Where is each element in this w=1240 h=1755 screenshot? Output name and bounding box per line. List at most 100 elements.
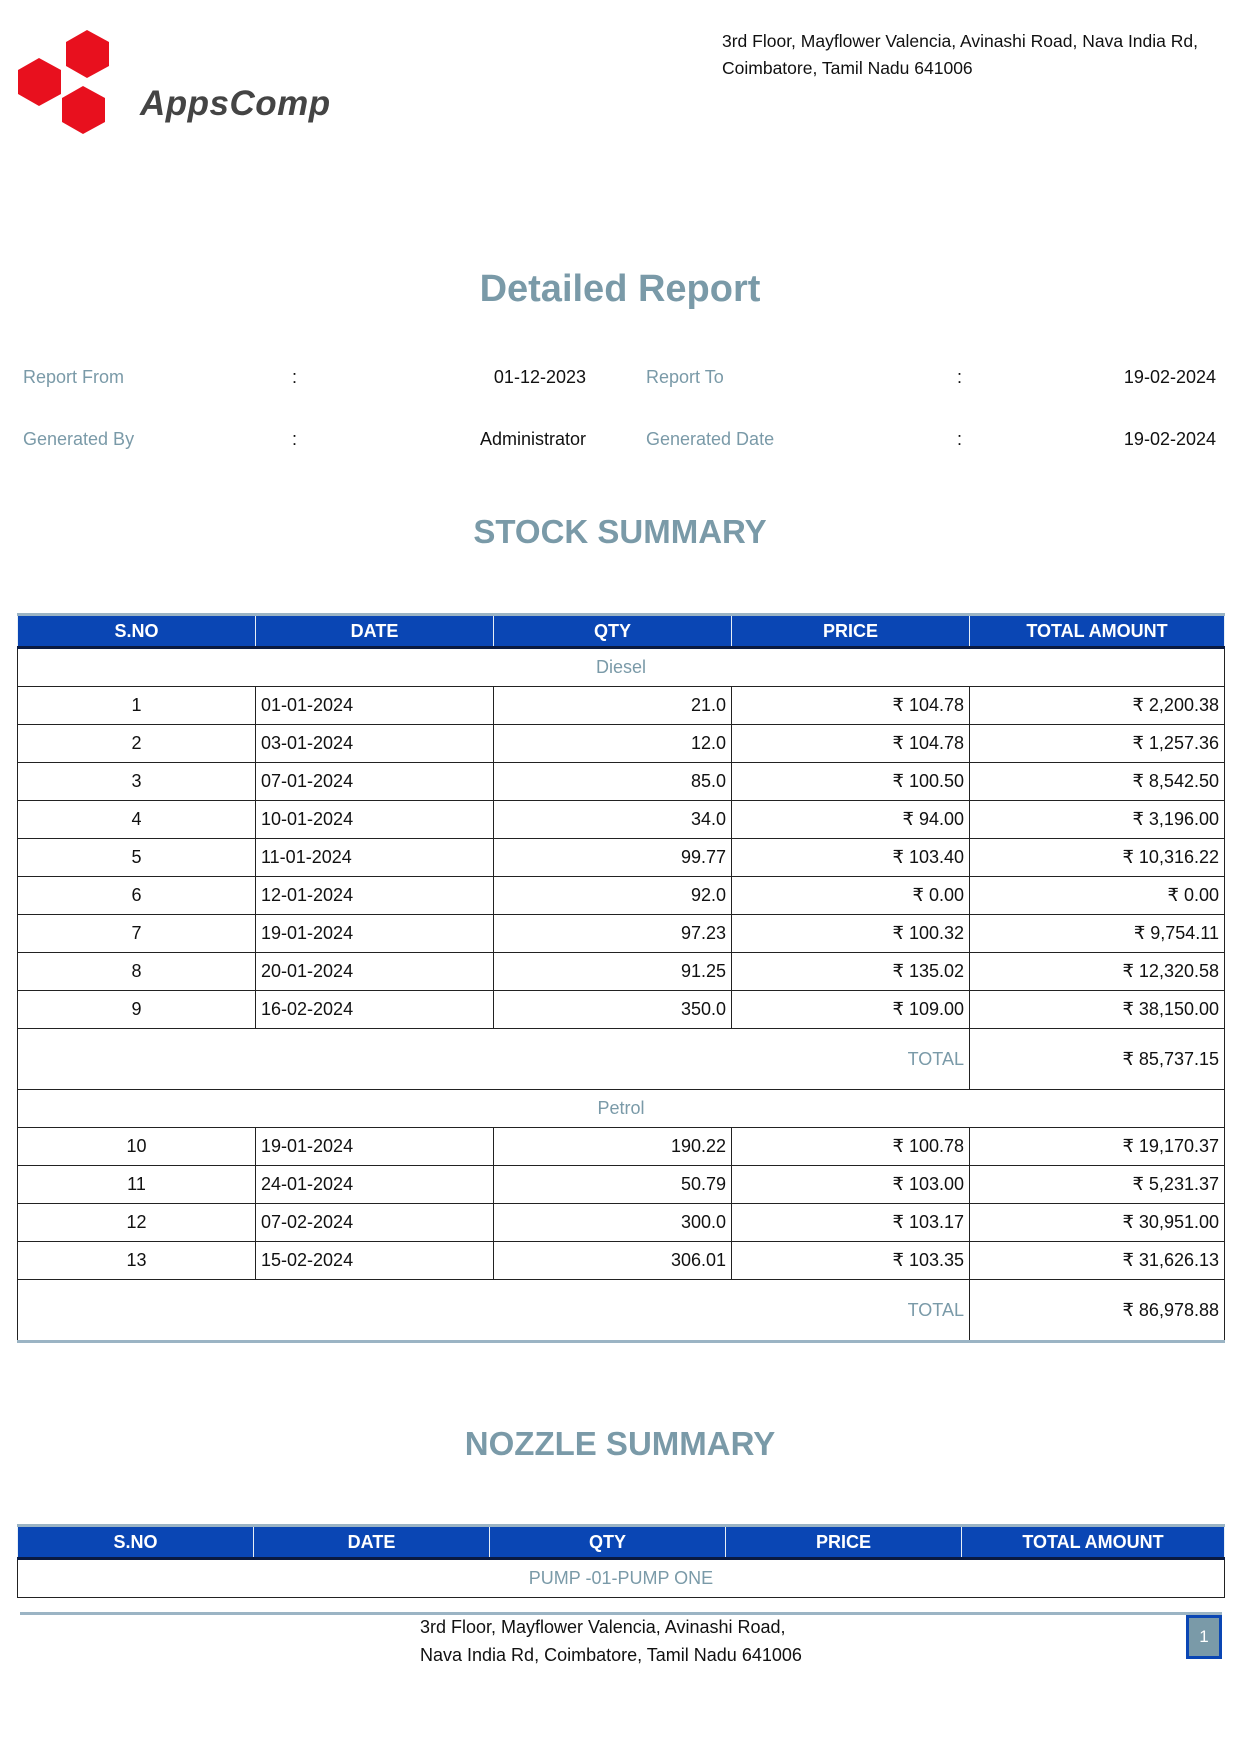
cell-price: ₹ 0.00 xyxy=(731,876,970,915)
generated-by-value: Administrator xyxy=(479,429,586,449)
total-value: ₹ 85,737.15 xyxy=(969,1028,1225,1090)
cell-price: ₹ 94.00 xyxy=(731,800,970,839)
cell-qty: 12.0 xyxy=(493,724,732,763)
column-header: S.NO xyxy=(17,1524,254,1560)
page-number: 1 xyxy=(1186,1615,1222,1659)
total-label: TOTAL xyxy=(17,1279,970,1343)
generated-date-colon: : xyxy=(957,429,963,449)
cell-date: 20-01-2024 xyxy=(255,952,494,991)
generated-by-label: Generated By xyxy=(23,429,135,449)
cell-qty: 306.01 xyxy=(493,1241,732,1280)
cell-date: 19-01-2024 xyxy=(255,1127,494,1166)
cell-sno: 3 xyxy=(17,762,256,801)
total-label: TOTAL xyxy=(17,1028,970,1090)
column-header: S.NO xyxy=(17,613,256,649)
cell-price: ₹ 103.40 xyxy=(731,838,970,877)
cell-sno: 11 xyxy=(17,1165,256,1204)
table-row: 10 19-01-2024 190.22 ₹ 100.78 ₹ 19,170.37 xyxy=(17,1127,1225,1166)
hexagon-logo-icon xyxy=(18,30,109,134)
cell-date: 07-02-2024 xyxy=(255,1203,494,1242)
nozzle-header-row: S.NO DATE QTY PRICE TOTAL AMOUNT xyxy=(17,1524,1225,1560)
cell-price: ₹ 100.32 xyxy=(731,914,970,953)
generated-date-value: 19-02-2024 xyxy=(1123,429,1216,449)
report-from-value: 01-12-2023 xyxy=(493,367,586,387)
cell-total-amount: ₹ 38,150.00 xyxy=(969,990,1225,1029)
cell-date: 03-01-2024 xyxy=(255,724,494,763)
cell-total-amount: ₹ 30,951.00 xyxy=(969,1203,1225,1242)
cell-price: ₹ 109.00 xyxy=(731,990,970,1029)
nozzle-summary-title: NOZZLE SUMMARY xyxy=(464,1425,776,1462)
cell-price: ₹ 100.78 xyxy=(731,1127,970,1166)
generated-by-colon: : xyxy=(292,429,298,449)
column-header: TOTAL AMOUNT xyxy=(961,1524,1225,1560)
total-value: ₹ 86,978.88 xyxy=(969,1279,1225,1343)
table-row: 12 07-02-2024 300.0 ₹ 103.17 ₹ 30,951.00 xyxy=(17,1203,1225,1242)
cell-total-amount: ₹ 8,542.50 xyxy=(969,762,1225,801)
cell-date: 12-01-2024 xyxy=(255,876,494,915)
cell-price: ₹ 103.35 xyxy=(731,1241,970,1280)
column-header: PRICE xyxy=(725,1524,962,1560)
table-row: 11 24-01-2024 50.79 ₹ 103.00 ₹ 5,231.37 xyxy=(17,1165,1225,1204)
cell-date: 16-02-2024 xyxy=(255,990,494,1029)
stock-summary-table: S.NO DATE QTY PRICE TOTAL AMOUNT Diesel 1… xyxy=(17,613,1225,1343)
report-from-colon: : xyxy=(292,367,298,387)
cell-total-amount: ₹ 5,231.37 xyxy=(969,1165,1225,1204)
cell-sno: 2 xyxy=(17,724,256,763)
footer-address: 3rd Floor, Mayflower Valencia, Avinashi … xyxy=(420,1613,840,1669)
logo-wordmark: AppsComp xyxy=(140,84,331,123)
cell-qty: 92.0 xyxy=(493,876,732,915)
cell-sno: 4 xyxy=(17,800,256,839)
cell-sno: 5 xyxy=(17,838,256,877)
cell-sno: 8 xyxy=(17,952,256,991)
cell-total-amount: ₹ 9,754.11 xyxy=(969,914,1225,953)
cell-total-amount: ₹ 0.00 xyxy=(969,876,1225,915)
cell-sno: 12 xyxy=(17,1203,256,1242)
column-header: QTY xyxy=(493,613,732,649)
cell-date: 15-02-2024 xyxy=(255,1241,494,1280)
cell-sno: 1 xyxy=(17,686,256,725)
cell-price: ₹ 103.00 xyxy=(731,1165,970,1204)
cell-total-amount: ₹ 12,320.58 xyxy=(969,952,1225,991)
cell-qty: 50.79 xyxy=(493,1165,732,1204)
header-address-line2: Coimbatore, Tamil Nadu 641006 xyxy=(722,58,973,78)
column-header: TOTAL AMOUNT xyxy=(969,613,1225,649)
cell-qty: 350.0 xyxy=(493,990,732,1029)
group-label: Petrol xyxy=(17,1089,1225,1128)
generated-date-label: Generated Date xyxy=(646,429,775,449)
stock-summary-title: STOCK SUMMARY xyxy=(473,513,767,550)
column-header: PRICE xyxy=(731,613,970,649)
table-row: 2 03-01-2024 12.0 ₹ 104.78 ₹ 1,257.36 xyxy=(17,724,1225,763)
cell-price: ₹ 104.78 xyxy=(731,724,970,763)
group-row: PUMP -01-PUMP ONE xyxy=(17,1558,1225,1598)
cell-date: 07-01-2024 xyxy=(255,762,494,801)
total-row: TOTAL ₹ 86,978.88 xyxy=(17,1279,1225,1343)
report-to-value: 19-02-2024 xyxy=(1123,367,1216,387)
cell-price: ₹ 104.78 xyxy=(731,686,970,725)
cell-price: ₹ 100.50 xyxy=(731,762,970,801)
table-row: 4 10-01-2024 34.0 ₹ 94.00 ₹ 3,196.00 xyxy=(17,800,1225,839)
table-row: 8 20-01-2024 91.25 ₹ 135.02 ₹ 12,320.58 xyxy=(17,952,1225,991)
group-row: Diesel xyxy=(17,647,1225,687)
cell-sno: 7 xyxy=(17,914,256,953)
cell-qty: 34.0 xyxy=(493,800,732,839)
cell-sno: 13 xyxy=(17,1241,256,1280)
group-label: Diesel xyxy=(17,647,1225,687)
table-row: 5 11-01-2024 99.77 ₹ 103.40 ₹ 10,316.22 xyxy=(17,838,1225,877)
table-row: 7 19-01-2024 97.23 ₹ 100.32 ₹ 9,754.11 xyxy=(17,914,1225,953)
cell-price: ₹ 135.02 xyxy=(731,952,970,991)
cell-sno: 10 xyxy=(17,1127,256,1166)
cell-qty: 91.25 xyxy=(493,952,732,991)
cell-price: ₹ 103.17 xyxy=(731,1203,970,1242)
cell-date: 24-01-2024 xyxy=(255,1165,494,1204)
report-to-colon: : xyxy=(957,367,963,387)
stock-header-row: S.NO DATE QTY PRICE TOTAL AMOUNT xyxy=(17,613,1225,649)
table-row: 9 16-02-2024 350.0 ₹ 109.00 ₹ 38,150.00 xyxy=(17,990,1225,1029)
report-title: Detailed Report xyxy=(479,268,761,310)
cell-qty: 85.0 xyxy=(493,762,732,801)
cell-date: 11-01-2024 xyxy=(255,838,494,877)
report-to-label: Report To xyxy=(646,367,724,387)
cell-sno: 6 xyxy=(17,876,256,915)
header-address: 3rd Floor, Mayflower Valencia, Avinashi … xyxy=(722,28,1222,82)
cell-qty: 21.0 xyxy=(493,686,732,725)
cell-sno: 9 xyxy=(17,990,256,1029)
